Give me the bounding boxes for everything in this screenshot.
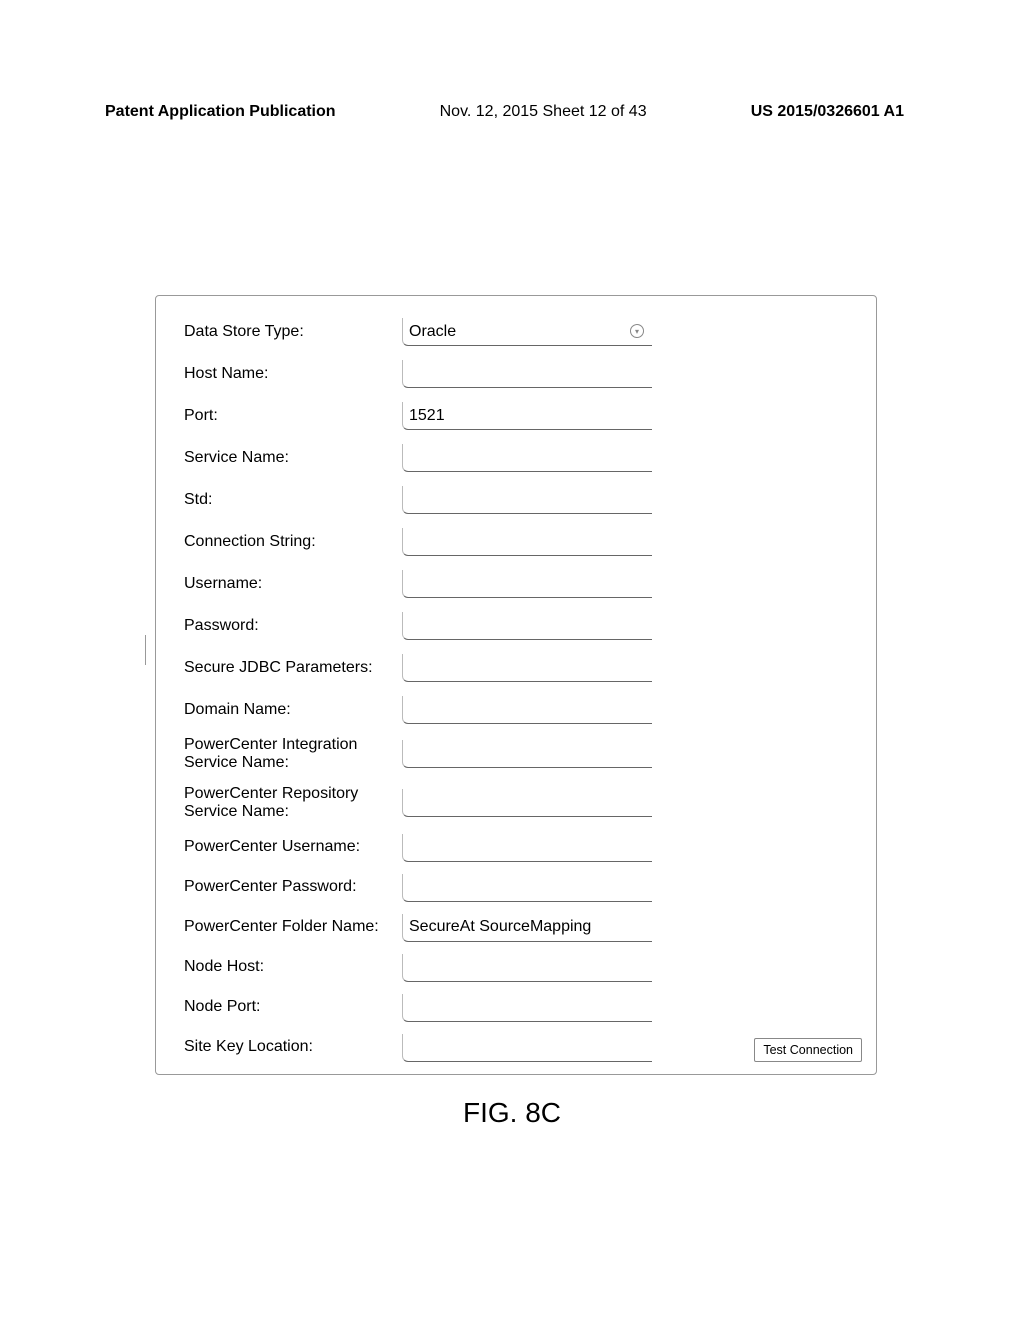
row-std: Std: xyxy=(184,486,856,514)
label-data-store-type: Data Store Type: xyxy=(184,323,402,341)
row-pc-password: PowerCenter Password: xyxy=(184,874,856,902)
header-publication: Patent Application Publication xyxy=(105,103,336,121)
row-node-host: Node Host: xyxy=(184,954,856,982)
row-service-name: Service Name: xyxy=(184,444,856,472)
label-pc-integration: PowerCenter Integration Service Name: xyxy=(184,736,402,773)
port-input[interactable] xyxy=(402,402,652,430)
domain-name-input[interactable] xyxy=(402,696,652,724)
row-password: Password: xyxy=(184,612,856,640)
pc-username-input[interactable] xyxy=(402,834,652,862)
label-pc-username: PowerCenter Username: xyxy=(184,838,402,856)
label-password: Password: xyxy=(184,617,402,635)
label-host-name: Host Name: xyxy=(184,365,402,383)
row-username: Username: xyxy=(184,570,856,598)
node-host-input[interactable] xyxy=(402,954,652,982)
data-store-type-value[interactable] xyxy=(402,318,652,346)
row-pc-folder: PowerCenter Folder Name: xyxy=(184,914,856,942)
label-pc-folder: PowerCenter Folder Name: xyxy=(184,918,402,936)
label-service-name: Service Name: xyxy=(184,449,402,467)
label-std: Std: xyxy=(184,491,402,509)
label-node-port: Node Port: xyxy=(184,998,402,1016)
margin-tick xyxy=(145,635,146,665)
label-pc-repository: PowerCenter Repository Service Name: xyxy=(184,785,402,822)
label-domain-name: Domain Name: xyxy=(184,701,402,719)
header-doc-number: US 2015/0326601 A1 xyxy=(751,103,904,121)
pc-repository-input[interactable] xyxy=(402,789,652,817)
page-header: Patent Application Publication Nov. 12, … xyxy=(0,103,1024,121)
pc-integration-input[interactable] xyxy=(402,740,652,768)
row-port: Port: xyxy=(184,402,856,430)
figure-caption: FIG. 8C xyxy=(0,1097,1024,1129)
site-key-input[interactable] xyxy=(402,1034,652,1062)
label-pc-password: PowerCenter Password: xyxy=(184,878,402,896)
connection-string-input[interactable] xyxy=(402,528,652,556)
pc-password-input[interactable] xyxy=(402,874,652,902)
row-node-port: Node Port: xyxy=(184,994,856,1022)
row-data-store-type: Data Store Type: ▾ xyxy=(184,318,856,346)
data-store-type-select[interactable]: ▾ xyxy=(402,318,652,346)
label-site-key: Site Key Location: xyxy=(184,1038,402,1056)
row-domain-name: Domain Name: xyxy=(184,696,856,724)
label-connection-string: Connection String: xyxy=(184,533,402,551)
username-input[interactable] xyxy=(402,570,652,598)
password-input[interactable] xyxy=(402,612,652,640)
service-name-input[interactable] xyxy=(402,444,652,472)
row-pc-integration: PowerCenter Integration Service Name: xyxy=(184,736,856,773)
label-node-host: Node Host: xyxy=(184,958,402,976)
row-secure-jdbc: Secure JDBC Parameters: xyxy=(184,654,856,682)
label-port: Port: xyxy=(184,407,402,425)
row-connection-string: Connection String: xyxy=(184,528,856,556)
host-name-input[interactable] xyxy=(402,360,652,388)
label-secure-jdbc: Secure JDBC Parameters: xyxy=(184,659,402,677)
connection-form-panel: Data Store Type: ▾ Host Name: Port: Serv… xyxy=(155,295,877,1075)
std-input[interactable] xyxy=(402,486,652,514)
header-date-sheet: Nov. 12, 2015 Sheet 12 of 43 xyxy=(440,103,647,121)
row-pc-username: PowerCenter Username: xyxy=(184,834,856,862)
pc-folder-input[interactable] xyxy=(402,914,652,942)
test-connection-button[interactable]: Test Connection xyxy=(754,1038,862,1062)
row-pc-repository: PowerCenter Repository Service Name: xyxy=(184,785,856,822)
label-username: Username: xyxy=(184,575,402,593)
node-port-input[interactable] xyxy=(402,994,652,1022)
row-host-name: Host Name: xyxy=(184,360,856,388)
secure-jdbc-input[interactable] xyxy=(402,654,652,682)
